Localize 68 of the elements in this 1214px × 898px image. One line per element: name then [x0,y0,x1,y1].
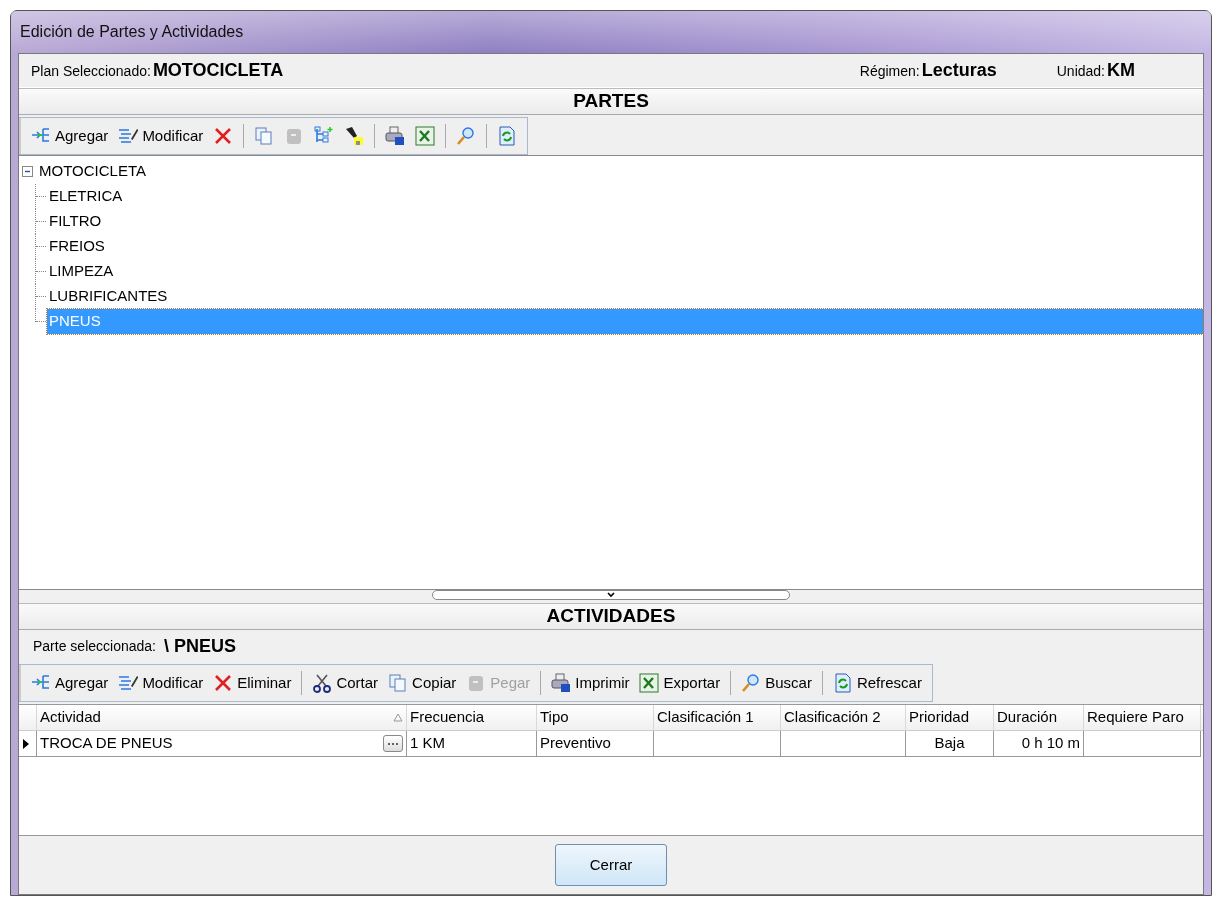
copy-icon [388,673,409,693]
field-label: Plan Seleccionado: [31,62,151,81]
column-header[interactable]: Requiere Paro [1084,705,1201,730]
spreadsheet-icon [639,673,660,693]
toolbar-button[interactable]: Copiar [384,669,461,697]
flashlight-icon [344,126,365,146]
copy-icon [254,126,275,146]
delete-icon [213,126,234,146]
column-header[interactable]: Duración [994,705,1084,730]
section-title: PARTES [573,89,649,114]
chevron-down-icon [606,591,616,599]
refresh-icon [497,126,518,146]
tree-node[interactable]: LUBRIFICANTES [47,284,170,309]
table-cell-text: TROCA DE PNEUS [40,733,173,754]
column-header[interactable]: Frecuencia [407,705,537,730]
toolbar-button[interactable]: Imprimir [547,669,634,697]
field-value: Lecturas [921,59,997,82]
field-value: MOTOCICLETA [152,59,284,82]
toolbar-button[interactable]: Refrescar [828,669,926,697]
table-cell: Baja [906,731,994,757]
selected-part-label: Parte seleccionada: [33,636,156,656]
table-cell: 0 h 10 m [994,731,1084,757]
toolbar-button[interactable]: Agregar [27,669,113,697]
refresh-icon [832,673,853,693]
spreadsheet-icon [415,126,436,146]
toolbar-button[interactable]: Modificar [114,669,208,697]
dots-icon [387,741,399,746]
table-cell: 1 KM [407,731,537,757]
column-header[interactable]: Clasificación 1 [654,705,781,730]
selected-part-value: \ PNEUS [163,634,236,658]
tree-node[interactable]: FILTRO [47,209,104,234]
edit-icon [118,126,139,146]
delete-icon [213,673,234,693]
scissors-icon [312,673,333,693]
edit-icon [118,673,139,693]
field-label: Unidad: [1056,62,1105,81]
toolbar-button[interactable]: Modificar [114,122,208,150]
toolbar-button[interactable]: Exportar [635,669,725,697]
tree-add-icon [314,126,335,146]
toolbar-button[interactable]: Buscar [737,669,816,697]
window-title: Edición de Partes y Actividades [20,22,244,42]
tree-node[interactable]: MOTOCICLETA [37,159,148,184]
printer-icon [551,673,572,693]
search-icon [456,126,477,146]
column-header[interactable]: Tipo [537,705,654,730]
splitter-handle[interactable] [432,590,790,600]
field-value: KM [1107,59,1135,82]
field-label: Régimen: [859,62,920,81]
tree-connector [35,234,47,259]
toolbar-button[interactable]: Eliminar [209,669,296,697]
tree-node[interactable]: LIMPEZA [47,259,116,284]
table-cell: Preventivo [537,731,654,757]
close-button[interactable]: Cerrar [555,844,667,886]
printer-icon [385,126,406,146]
ellipsis-button[interactable] [383,735,403,752]
column-header[interactable]: Actividad [37,705,407,730]
tree-connector [35,259,47,284]
section-title: ACTIVIDADES [546,604,676,629]
expander-icon[interactable] [22,166,33,177]
search-icon [741,673,762,693]
tree-node[interactable]: FREIOS [47,234,107,259]
tree-connector [35,209,47,234]
tree-connector [35,184,47,209]
toolbar-button[interactable]: Cortar [308,669,383,697]
column-header[interactable]: Clasificación 2 [781,705,906,730]
toolbar-button[interactable]: Agregar [27,122,113,150]
column-header[interactable]: Prioridad [906,705,994,730]
tree-node[interactable]: ELETRICA [47,184,125,209]
